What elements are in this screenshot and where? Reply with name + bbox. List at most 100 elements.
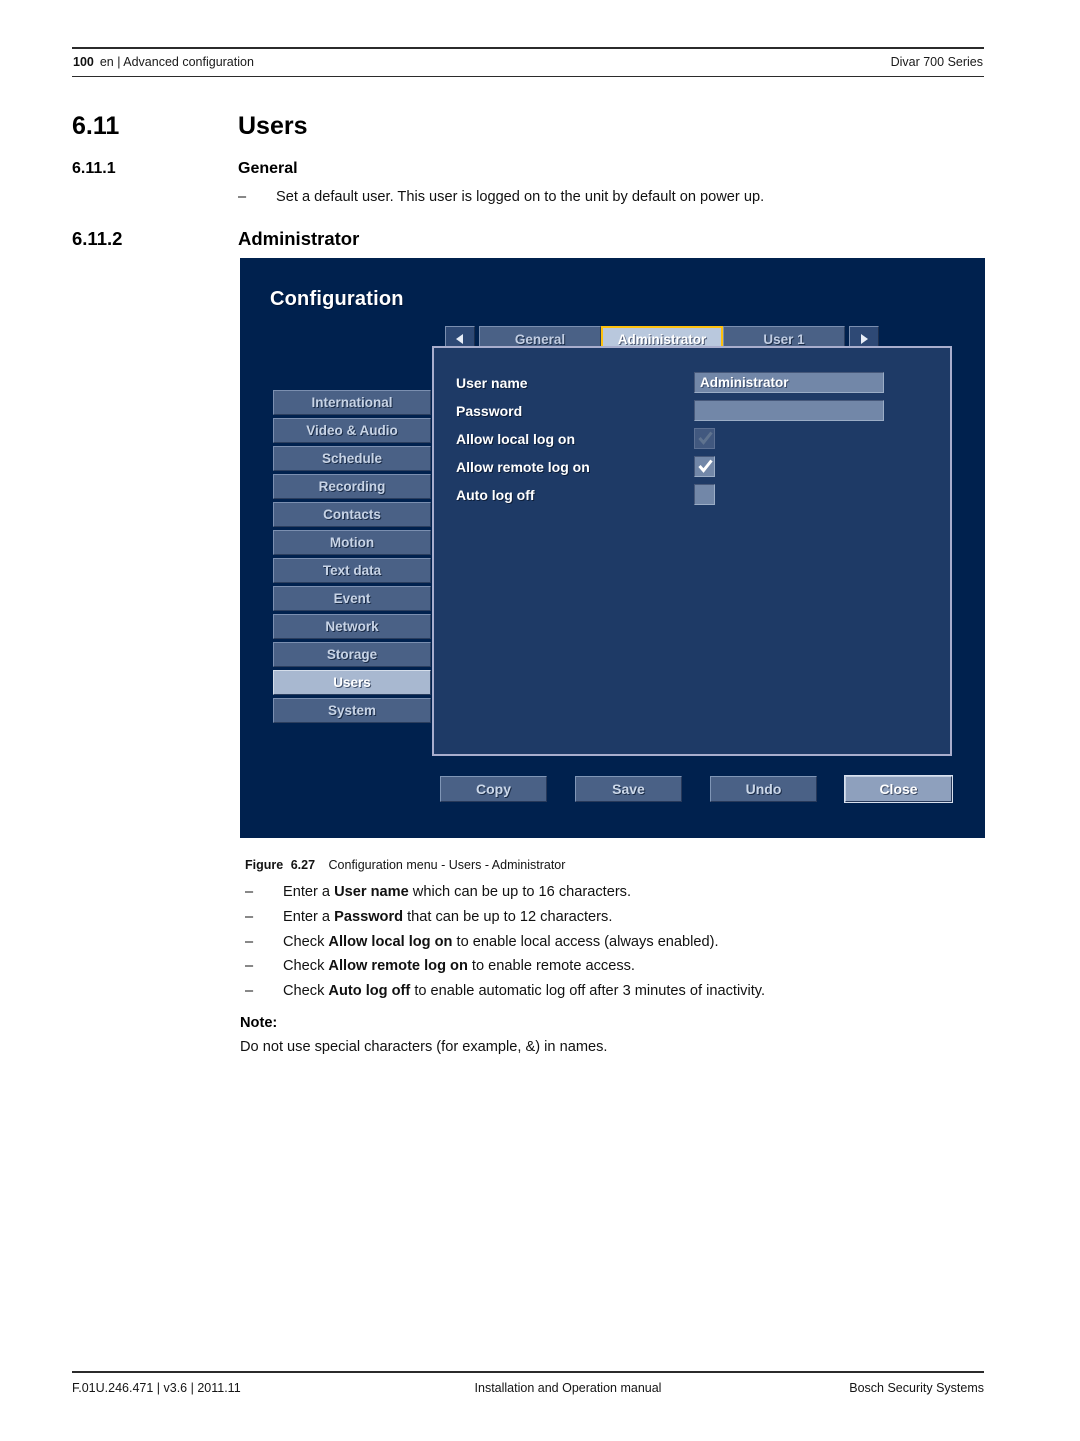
list-item: – Enter a Password that can be up to 12 … [245,905,945,930]
dash-marker: – [245,908,254,925]
breadcrumb: en | Advanced configuration [99,55,254,69]
figure-label: Figure [245,858,284,872]
sidebar-item-label: System [327,703,377,718]
user-name-label: User name [456,374,528,391]
allow-remote-log-on-label: Allow remote log on [456,458,590,475]
subsection-number: 6.11.2 [72,228,123,249]
list-item-text: Enter a Password that can be up to 12 ch… [283,908,613,925]
subsection-title: Administrator [238,228,360,249]
list-item: – Check Allow remote log on to enable re… [245,954,945,979]
password-input[interactable] [694,400,884,421]
page-header: 100 en | Advanced configuration Divar 70… [72,47,984,77]
figure-caption: Figure 6.27 Configuration menu - Users -… [245,858,565,872]
sidebar-item-text-data[interactable]: Text data [273,558,431,583]
section-title: Users [238,112,308,140]
tab-label: Administrator [617,331,707,347]
checkmark-icon [698,431,713,445]
sidebar-item-label: Text data [322,563,382,578]
save-button[interactable]: Save [575,776,682,802]
sidebar-item-storage[interactable]: Storage [273,642,431,667]
sidebar-item-schedule[interactable]: Schedule [273,446,431,471]
triangle-left-icon [456,334,463,344]
section-heading-general: 6.11.1 General [72,160,298,178]
field-row-allow-remote-log-on: Allow remote log on [456,454,916,479]
sidebar-item-international[interactable]: International [273,390,431,415]
button-label: Copy [476,781,511,797]
list-item-text: Check Allow remote log on to enable remo… [283,958,635,975]
tab-label: General [514,331,566,347]
section-heading-users: 6.11 Users [72,112,308,141]
device-configuration-screenshot: Configuration International Video & Audi… [240,258,985,838]
subsection-title: General [238,160,298,177]
dash-marker: – [245,884,254,900]
product-name: Divar 700 Series [890,55,983,69]
list-item: – Set a default user. This user is logge… [238,185,938,210]
sidebar-item-recording[interactable]: Recording [273,474,431,499]
allow-local-log-on-label: Allow local log on [456,430,575,447]
sidebar-item-event[interactable]: Event [273,586,431,611]
footer-manual-title: Installation and Operation manual [474,1380,662,1395]
sidebar-item-label: Motion [329,535,375,550]
sidebar-item-motion[interactable]: Motion [273,530,431,555]
dash-marker: – [245,933,254,950]
dialog-action-buttons: Copy Save Undo Close [440,775,953,803]
auto-log-off-checkbox[interactable] [694,484,715,505]
triangle-right-icon [861,334,868,344]
page-footer: F.01U.246.471 | v3.6 | 2011.11 Installat… [72,1371,984,1395]
copy-button[interactable]: Copy [440,776,547,802]
configuration-sidebar: International Video & Audio Schedule Rec… [273,390,431,726]
note-heading: Note: [240,1015,278,1031]
footer-document-id: F.01U.246.471 | v3.6 | 2011.11 [72,1380,241,1395]
password-label: Password [456,402,523,419]
administrator-settings-dialog: User name Administrator Password Allow l… [432,346,952,756]
page-number: 100 [73,55,94,69]
user-name-input[interactable]: Administrator [694,372,884,393]
sidebar-item-video-audio[interactable]: Video & Audio [273,418,431,443]
allow-remote-log-on-checkbox[interactable] [694,456,715,477]
button-label: Save [612,781,645,797]
checkmark-icon [698,459,713,473]
sidebar-item-label: Users [333,675,371,690]
list-item: – Check Auto log off to enable automatic… [245,979,945,1004]
document-page: 100 en | Advanced configuration Divar 70… [0,0,1080,1441]
tab-label: User 1 [763,331,805,347]
allow-local-log-on-checkbox[interactable] [694,428,715,449]
sidebar-item-network[interactable]: Network [273,614,431,639]
sidebar-item-label: Network [325,619,379,634]
sidebar-item-label: Video & Audio [306,423,398,438]
dash-marker: – [245,983,254,1000]
sidebar-item-label: Event [333,591,371,606]
field-row-allow-local-log-on: Allow local log on [456,426,916,451]
section-number: 6.11 [72,112,120,140]
list-item-text: Check Auto log off to enable automatic l… [283,983,766,1000]
list-item-text: Set a default user. This user is logged … [276,189,765,205]
administrator-bullet-list: – Enter a User name which can be up to 1… [245,880,945,1004]
close-button[interactable]: Close [844,775,953,803]
sidebar-item-contacts[interactable]: Contacts [273,502,431,527]
dash-marker: – [238,189,247,205]
section-heading-administrator: 6.11.2 Administrator [72,228,359,250]
field-row-password: Password [456,398,916,423]
note-block: Note: Do not use special characters (for… [240,1015,940,1058]
sidebar-item-label: Recording [318,479,386,494]
footer-company: Bosch Security Systems [849,1380,984,1395]
figure-number: 6.27 [290,858,316,872]
field-row-auto-log-off: Auto log off [456,482,916,507]
subsection-number: 6.11.1 [72,160,116,177]
button-label: Undo [745,781,782,797]
dash-marker: – [245,958,254,975]
list-item: – Enter a User name which can be up to 1… [245,880,945,905]
header-rule-bottom [72,76,984,77]
sidebar-item-system[interactable]: System [273,698,431,723]
configuration-title: Configuration [270,288,404,310]
field-row-user-name: User name Administrator [456,370,916,395]
sidebar-item-label: Storage [326,647,378,662]
sidebar-item-users[interactable]: Users [273,670,431,695]
list-item-text: Check Allow local log on to enable local… [283,933,719,950]
undo-button[interactable]: Undo [710,776,817,802]
sidebar-item-label: Contacts [323,507,381,522]
note-body: Do not use special characters (for examp… [240,1039,608,1055]
settings-field-list: User name Administrator Password Allow l… [456,370,916,510]
sidebar-item-label: International [311,395,393,410]
figure-caption-text: Configuration menu - Users - Administrat… [328,858,566,872]
